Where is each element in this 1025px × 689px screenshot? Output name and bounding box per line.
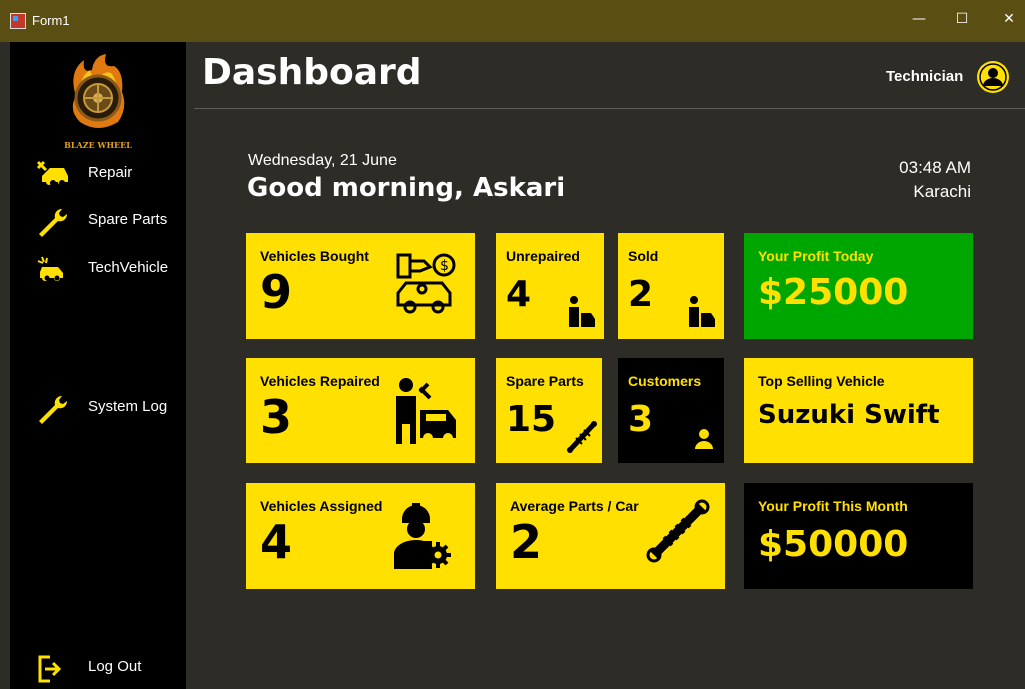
window-title: Form1 xyxy=(32,13,70,28)
logo-text: BLAZE WHEEL xyxy=(64,140,132,150)
card-profit-month[interactable]: Your Profit This Month $50000 xyxy=(744,483,973,589)
card-value: 2 xyxy=(510,515,543,569)
card-value: 4 xyxy=(260,515,293,569)
tech-vehicle-icon xyxy=(36,255,68,283)
maximize-button[interactable]: ☐ xyxy=(947,11,977,27)
card-value: $50000 xyxy=(758,524,909,565)
card-profit-today[interactable]: Your Profit Today $25000 xyxy=(744,233,973,339)
card-value: 9 xyxy=(260,265,293,319)
card-spare-parts[interactable]: Spare Parts 15 xyxy=(496,358,602,463)
svg-text:$: $ xyxy=(440,258,449,274)
card-average-parts[interactable]: Average Parts / Car 2 xyxy=(496,483,725,589)
header-divider xyxy=(194,108,1025,109)
card-title: Vehicles Assigned xyxy=(260,498,383,514)
card-title: Your Profit This Month xyxy=(758,498,908,514)
card-top-selling[interactable]: Top Selling Vehicle Suzuki Swift xyxy=(744,358,973,463)
card-value: 3 xyxy=(260,390,293,444)
city-label: Karachi xyxy=(913,182,971,201)
car-repair-icon xyxy=(36,160,68,188)
app-icon xyxy=(10,13,26,29)
customer-icon xyxy=(694,428,714,454)
mechanic-car-icon xyxy=(394,376,460,452)
card-title: Top Selling Vehicle xyxy=(758,373,885,389)
date-label: Wednesday, 21 June xyxy=(248,152,397,169)
user-circle-icon[interactable] xyxy=(976,60,1010,94)
mechanic-car-icon xyxy=(568,295,596,333)
card-value: $25000 xyxy=(758,272,909,313)
sidebar-item-label: Log Out xyxy=(88,658,142,675)
card-title: Vehicles Repaired xyxy=(260,373,380,389)
minimize-button[interactable]: — xyxy=(904,11,934,27)
card-title: Customers xyxy=(628,373,702,389)
card-value: 3 xyxy=(628,399,654,440)
card-title: Sold xyxy=(628,248,659,264)
time-label: 03:48 AM xyxy=(899,158,971,177)
worker-gear-icon xyxy=(392,497,456,575)
card-title: Vehicles Bought xyxy=(260,248,369,264)
card-sold[interactable]: Sold 2 xyxy=(618,233,724,339)
sidebar: BLAZE WHEEL Repair Spare Parts TechVehic… xyxy=(10,42,186,689)
card-vehicles-repaired[interactable]: Vehicles Repaired 3 xyxy=(246,358,475,463)
card-value: 4 xyxy=(506,274,532,315)
greeting-message: Good morning, Askari xyxy=(247,173,566,203)
sidebar-item-repair[interactable]: Repair xyxy=(10,154,186,194)
sidebar-item-spare-parts[interactable]: Spare Parts xyxy=(10,201,186,241)
sidebar-item-system-log[interactable]: System Log xyxy=(10,388,186,428)
wrench-icon xyxy=(36,394,68,424)
card-customers[interactable]: Customers 3 xyxy=(618,358,724,463)
car-purchase-icon: $ xyxy=(392,249,462,323)
card-value: Suzuki Swift xyxy=(758,400,940,430)
sidebar-item-label: Spare Parts xyxy=(88,211,168,228)
sidebar-item-label: Repair xyxy=(88,164,133,181)
wrench-icon xyxy=(36,207,68,237)
sidebar-item-techvehicle[interactable]: TechVehicle xyxy=(10,249,186,289)
window-titlebar[interactable]: Form1 — ☐ ✕ xyxy=(0,0,1025,42)
user-role-label: Technician xyxy=(886,68,964,85)
logout-icon xyxy=(36,654,68,683)
card-value: 2 xyxy=(628,274,654,315)
shock-absorber-icon xyxy=(566,420,598,458)
close-button[interactable]: ✕ xyxy=(994,11,1024,27)
card-title: Average Parts / Car xyxy=(510,498,639,514)
shock-absorber-icon xyxy=(646,499,710,567)
card-title: Unrepaired xyxy=(506,248,580,264)
blaze-wheel-logo: BLAZE WHEEL xyxy=(62,52,134,152)
page-title: Dashboard xyxy=(202,52,422,93)
sidebar-item-label: System Log xyxy=(88,398,168,415)
card-title: Your Profit Today xyxy=(758,248,874,264)
sold-vehicle-icon xyxy=(688,295,716,333)
card-vehicles-assigned[interactable]: Vehicles Assigned 4 xyxy=(246,483,475,589)
sidebar-item-label: TechVehicle xyxy=(88,259,169,276)
logout-button[interactable]: Log Out xyxy=(10,648,186,688)
card-unrepaired[interactable]: Unrepaired 4 xyxy=(496,233,604,339)
card-title: Spare Parts xyxy=(506,373,584,389)
card-vehicles-bought[interactable]: Vehicles Bought 9 $ xyxy=(246,233,475,339)
card-value: 15 xyxy=(506,399,557,440)
